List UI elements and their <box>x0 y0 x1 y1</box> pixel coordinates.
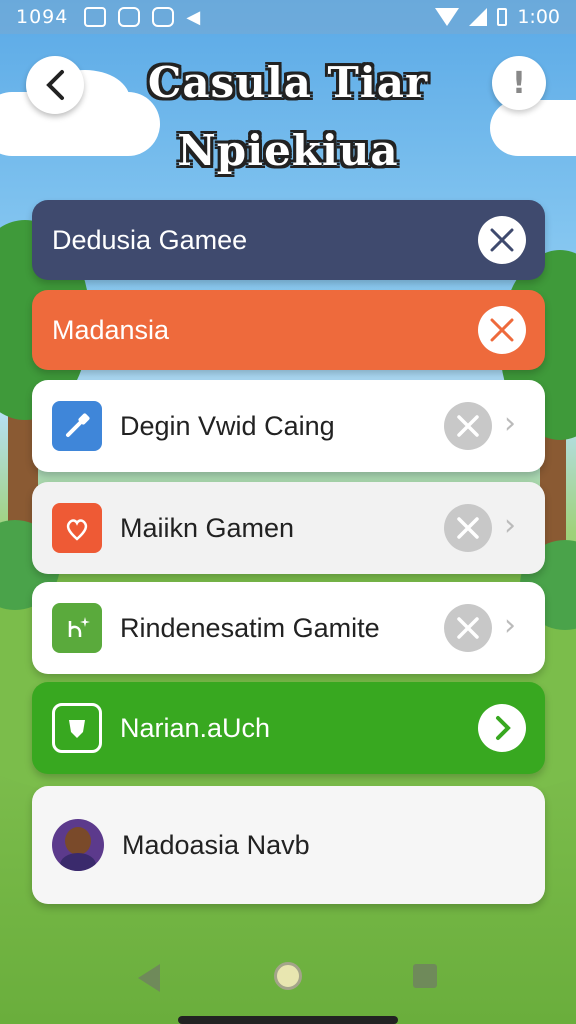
cloud <box>490 100 576 156</box>
close-button[interactable] <box>444 604 492 652</box>
nav-home-icon[interactable] <box>274 962 302 990</box>
battery-icon <box>497 8 508 26</box>
help-icon: ! <box>512 65 526 101</box>
page-title-line2: Npiekiua <box>177 126 399 175</box>
camera-icon <box>118 7 141 27</box>
signal-icon <box>469 8 488 26</box>
close-button[interactable] <box>478 216 526 264</box>
next-button[interactable] <box>478 704 526 752</box>
list-item[interactable]: Rindenesatim Gamite › <box>32 582 545 674</box>
close-icon <box>457 517 479 539</box>
chevron-right-icon: › <box>504 608 516 643</box>
avatar <box>52 819 104 871</box>
chevron-left-icon <box>46 70 64 100</box>
close-icon <box>457 415 479 437</box>
list-item[interactable]: Maiikn Gamen › <box>32 482 545 574</box>
shield-icon <box>52 703 102 753</box>
chevron-right-icon: › <box>504 406 516 441</box>
chevron-right-icon: › <box>504 508 516 543</box>
list-item-label: Madoasia Navb <box>122 829 310 860</box>
close-button[interactable] <box>478 306 526 354</box>
list-item[interactable]: Dedusia Gamee <box>32 200 545 280</box>
close-button[interactable] <box>444 504 492 552</box>
list-item-label: Rindenesatim Gamite <box>120 612 380 643</box>
page-title-line1: Casula Tiar <box>147 58 429 107</box>
brush-icon <box>52 401 102 451</box>
qr-icon <box>84 7 107 27</box>
close-icon <box>490 228 514 252</box>
list-item[interactable]: Madansia <box>32 290 545 370</box>
list-item-label: Dedusia Gamee <box>52 224 248 255</box>
robot-icon <box>152 7 175 27</box>
close-button[interactable] <box>444 402 492 450</box>
list-item-label: Degin Vwid Caing <box>120 410 335 441</box>
system-nav-bar <box>0 940 576 1024</box>
list-item[interactable]: Madoasia Navb <box>32 786 545 904</box>
help-button[interactable]: ! <box>492 56 546 110</box>
back-button[interactable] <box>26 56 84 114</box>
list-item[interactable]: Narian.aUch <box>32 682 545 774</box>
heart-sparkle-icon <box>52 503 102 553</box>
status-time-left: 1094 <box>16 6 69 28</box>
nav-recent-icon[interactable] <box>413 964 437 988</box>
wifi-icon <box>435 8 460 26</box>
close-icon <box>457 617 479 639</box>
list-item-label: Maiikn Gamen <box>120 512 295 543</box>
status-bar: 1094 ◀ 1:00 <box>0 0 576 34</box>
close-icon <box>490 318 514 342</box>
list-item-label: Narian.aUch <box>120 712 271 743</box>
sound-icon: ◀ <box>186 6 201 28</box>
home-indicator <box>178 1016 398 1024</box>
list-item-label: Madansia <box>52 314 170 345</box>
chevron-right-icon <box>496 716 511 740</box>
list-item[interactable]: Degin Vwid Caing › <box>32 380 545 472</box>
nav-back-icon[interactable] <box>138 964 160 992</box>
status-time-right: 1:00 <box>517 6 560 28</box>
sparkle-icon <box>52 603 102 653</box>
